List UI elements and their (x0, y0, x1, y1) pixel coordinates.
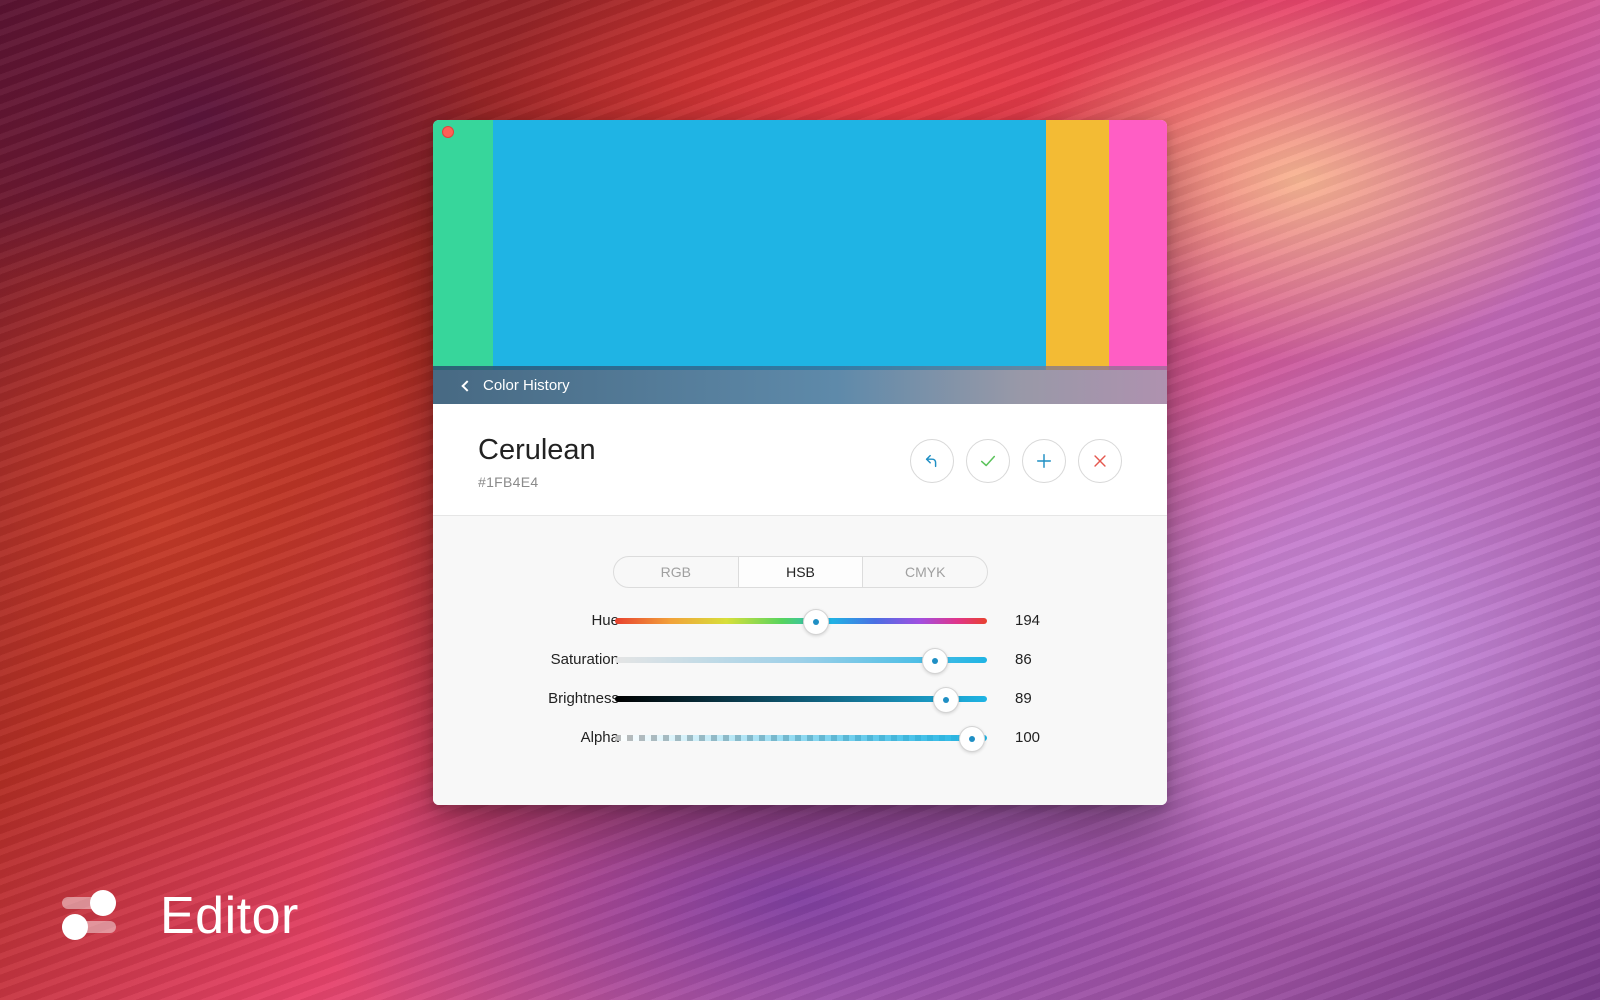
swatch-pink[interactable] (1109, 120, 1167, 370)
close-icon (1094, 455, 1106, 467)
knob-dot (943, 697, 950, 703)
color-name: Cerulean (478, 434, 596, 466)
hue-slider[interactable] (615, 609, 987, 635)
knob-dot (812, 619, 819, 625)
brightness-value: 89 (1015, 690, 1032, 707)
swatch-strip (433, 120, 1167, 370)
plus-icon (1036, 453, 1052, 469)
saturation-slider-knob[interactable] (921, 648, 948, 674)
tab-hsb[interactable]: HSB (738, 557, 864, 587)
check-icon (980, 455, 996, 467)
hue-value: 194 (1015, 612, 1041, 629)
action-buttons (910, 439, 1122, 483)
swatch-yellow[interactable] (1046, 120, 1109, 370)
alpha-slider-knob[interactable] (959, 726, 986, 752)
color-hex: #1FB4E4 (478, 474, 539, 490)
add-color-button[interactable] (1022, 439, 1066, 483)
knob-dot (931, 658, 938, 664)
saturation-row: Saturation 86 (433, 648, 1167, 674)
alpha-value: 100 (1015, 729, 1041, 746)
brightness-slider[interactable] (615, 687, 987, 713)
editor-badge: Editor (62, 886, 299, 946)
knob-dot (969, 736, 976, 742)
confirm-button[interactable] (966, 439, 1010, 483)
brightness-row: Brightness 89 (433, 687, 1167, 713)
tab-cmyk[interactable]: CMYK (863, 557, 987, 587)
saturation-slider[interactable] (615, 648, 987, 674)
undo-button[interactable] (910, 439, 954, 483)
cancel-button[interactable] (1078, 439, 1122, 483)
slider-panel: RGB HSB CMYK Hue 194 Saturation 86 Brigh… (433, 516, 1167, 805)
swatch-green[interactable] (433, 120, 493, 370)
color-mode-segmented-control: RGB HSB CMYK (613, 556, 988, 588)
sliders-logo-icon (62, 889, 116, 943)
brightness-label: Brightness (548, 690, 619, 707)
alpha-row: Alpha 100 (433, 726, 1167, 752)
undo-icon (925, 454, 937, 468)
alpha-slider[interactable] (615, 726, 987, 752)
swatch-current[interactable] (493, 120, 1046, 370)
hue-slider-knob[interactable] (802, 609, 829, 635)
alpha-label: Alpha (580, 729, 619, 746)
saturation-value: 86 (1015, 651, 1032, 668)
color-history-link[interactable]: Color History (433, 366, 1167, 404)
tab-rgb[interactable]: RGB (614, 557, 739, 587)
editor-title: Editor (160, 887, 299, 945)
color-info-panel: Cerulean #1FB4E4 (433, 404, 1167, 516)
color-history-label: Color History (483, 376, 570, 394)
saturation-label: Saturation (550, 651, 619, 668)
brightness-slider-knob[interactable] (933, 687, 960, 713)
chevron-left-icon (461, 379, 473, 392)
color-editor-window: Color History Cerulean #1FB4E4 RGB HSB C… (433, 120, 1167, 805)
hue-row: Hue 194 (433, 609, 1167, 635)
window-close-button[interactable] (442, 126, 454, 138)
